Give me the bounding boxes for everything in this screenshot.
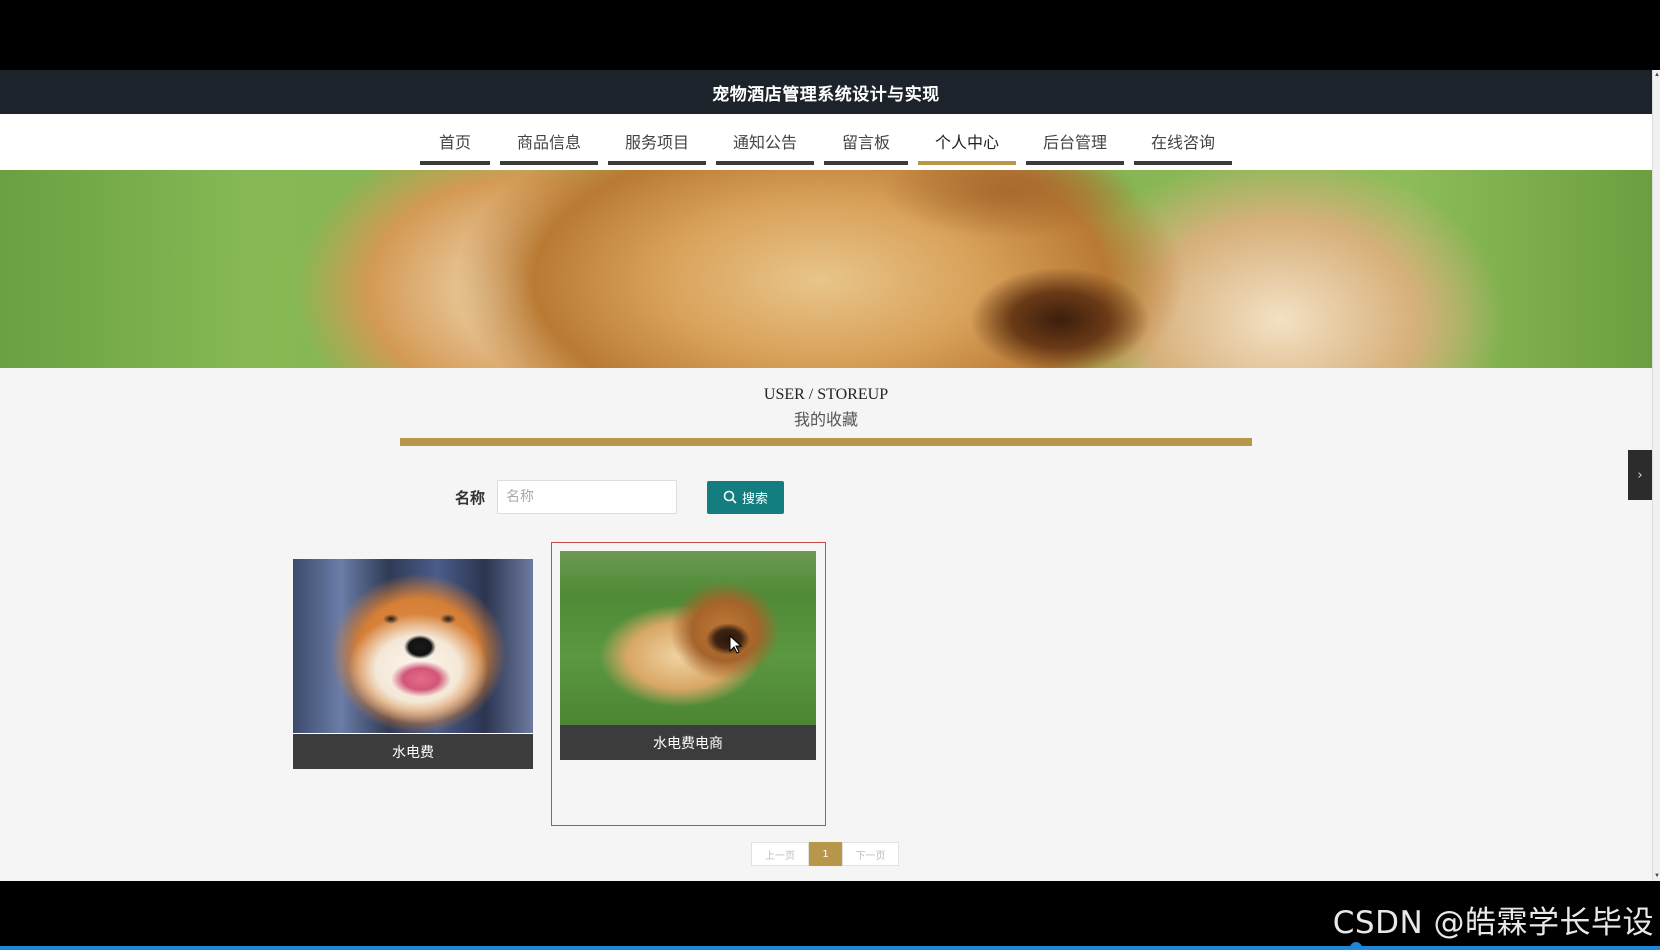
nav-item-online-consult[interactable]: 在线咨询: [1134, 121, 1232, 165]
favorite-card[interactable]: 水电费电商: [560, 551, 816, 761]
section-heading: USER / STOREUP 我的收藏: [0, 386, 1652, 430]
next-page-button[interactable]: 下一页: [842, 842, 899, 866]
search-bar: 名称 搜索: [455, 480, 784, 514]
nav-item-home[interactable]: 首页: [420, 121, 490, 165]
mouse-cursor-icon: [729, 635, 743, 654]
chevron-right-icon: ›: [1637, 467, 1643, 483]
video-progress-knob[interactable]: [1350, 942, 1362, 950]
search-icon: [723, 490, 737, 504]
nav-item-services[interactable]: 服务项目: [608, 121, 706, 165]
hero-banner-image: [0, 170, 1652, 368]
nav-item-personal-center[interactable]: 个人中心: [918, 121, 1016, 165]
nav-item-admin[interactable]: 后台管理: [1026, 121, 1124, 165]
chow-chow-photo: [560, 551, 816, 725]
favorite-card-image[interactable]: [560, 551, 816, 725]
search-input[interactable]: [497, 480, 677, 514]
section-title-en: USER / STOREUP: [763, 386, 889, 403]
scroll-down-arrow-icon[interactable]: ▼: [1653, 871, 1660, 881]
favorite-card-caption[interactable]: 水电费: [293, 734, 533, 769]
favorite-card-image[interactable]: [293, 559, 533, 733]
nav-item-message-board[interactable]: 留言板: [824, 121, 908, 165]
section-title-cn: 我的收藏: [793, 412, 858, 429]
pagination: 上一页 1 下一页: [751, 842, 899, 866]
shiba-inu-photo: [293, 559, 533, 733]
search-label: 名称: [455, 488, 486, 507]
favorite-card-caption[interactable]: 水电费电商: [560, 725, 816, 760]
screen: 宠物酒店管理系统设计与实现 首页 商品信息 服务项目 通知公告 留言板 个人中心…: [0, 0, 1660, 950]
page-scrollbar[interactable]: ▲ ▼: [1652, 70, 1660, 881]
search-button[interactable]: 搜索: [707, 480, 784, 514]
video-progress-bar[interactable]: [0, 942, 1660, 950]
scroll-up-arrow-icon[interactable]: ▲: [1653, 70, 1660, 80]
page-number-current[interactable]: 1: [809, 842, 842, 866]
side-drawer-toggle[interactable]: ›: [1628, 450, 1652, 500]
prev-page-button[interactable]: 上一页: [751, 842, 809, 866]
nav-item-notices[interactable]: 通知公告: [716, 121, 814, 165]
site-title: 宠物酒店管理系统设计与实现: [712, 84, 940, 104]
nav-item-products[interactable]: 商品信息: [500, 121, 598, 165]
browser-viewport: 宠物酒店管理系统设计与实现 首页 商品信息 服务项目 通知公告 留言板 个人中心…: [0, 70, 1652, 881]
favorite-card[interactable]: 水电费: [293, 559, 533, 769]
site-title-bar: 宠物酒店管理系统设计与实现: [0, 70, 1652, 114]
csdn-watermark: CSDN @皓霖学长毕设: [1332, 905, 1654, 941]
main-nav: 首页 商品信息 服务项目 通知公告 留言板 个人中心 后台管理 在线咨询: [0, 114, 1652, 170]
search-button-label: 搜索: [741, 491, 768, 507]
section-divider: [400, 438, 1252, 446]
